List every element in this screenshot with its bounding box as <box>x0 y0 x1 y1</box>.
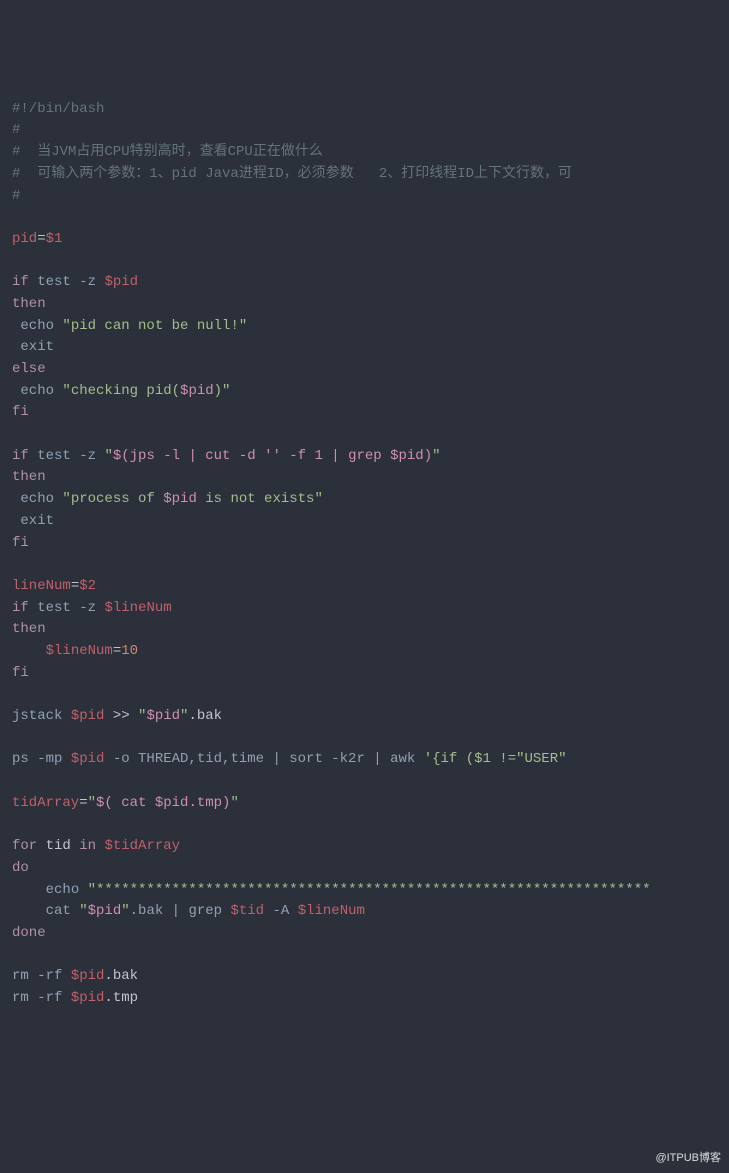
shebang: #!/bin/bash <box>12 101 104 117</box>
kw-if: if <box>12 600 29 616</box>
cmd-subst: $(jps -l | cut -d '' -f 1 | grep $pid) <box>113 448 432 464</box>
cmd-pipe: .bak | grep <box>130 903 231 919</box>
cmd-echo: echo <box>46 882 80 898</box>
var: $tidArray <box>96 838 180 854</box>
watermark: @ITPUB博客 <box>655 1150 721 1167</box>
op-eq: = <box>37 231 45 247</box>
code-block: #!/bin/bash # # 当JVM占用CPU特别高时，查看CPU正在做什么 # … <box>12 99 717 1010</box>
var-interp: $pid <box>146 708 180 724</box>
kw-for: for <box>12 838 37 854</box>
string: "process of <box>54 491 163 507</box>
var-name: lineNum <box>12 578 71 594</box>
quote: " <box>88 795 96 811</box>
cmd-test: test -z <box>29 448 105 464</box>
kw-fi: fi <box>12 404 29 420</box>
string: "***************************************… <box>79 882 650 898</box>
kw-in: in <box>79 838 96 854</box>
quote: " <box>79 903 87 919</box>
var-value: $1 <box>46 231 63 247</box>
cmd-echo: echo <box>12 383 54 399</box>
var-name: tid <box>37 838 79 854</box>
op-eq: = <box>79 795 87 811</box>
kw-done: done <box>12 925 46 941</box>
op-redir: >> <box>104 708 138 724</box>
comment: # 可输入两个参数：1、pid Java进程ID，必须参数 2、打印线程ID上下… <box>12 166 572 182</box>
number: 10 <box>121 643 138 659</box>
op-eq: = <box>71 578 79 594</box>
kw-fi: fi <box>12 535 29 551</box>
cmd-pipe: -o THREAD,tid,time | sort -k2r | awk <box>104 751 423 767</box>
kw-then: then <box>12 296 46 312</box>
var-value: $2 <box>79 578 96 594</box>
var-interp: $pid <box>88 903 122 919</box>
kw-else: else <box>12 361 46 377</box>
cmd-exit: exit <box>12 339 54 355</box>
var: $pid <box>71 968 105 984</box>
var: $pid <box>71 751 105 767</box>
var-name: pid <box>12 231 37 247</box>
var: $tid <box>230 903 264 919</box>
cmd-test: test -z <box>29 600 105 616</box>
cmd-echo: echo <box>12 318 54 334</box>
quote: " <box>104 448 112 464</box>
flag: -A <box>264 903 298 919</box>
ext: .bak <box>188 708 222 724</box>
quote: " <box>432 448 440 464</box>
string: )" <box>214 383 231 399</box>
string: is not exists" <box>197 491 323 507</box>
var: $pid <box>71 990 105 1006</box>
cmd-subst: $( cat $pid.tmp) <box>96 795 230 811</box>
var-interp: $pid <box>180 383 214 399</box>
kw-do: do <box>12 860 29 876</box>
comment: # <box>12 188 20 204</box>
awk-script: '{if ($1 !="USER" <box>424 751 567 767</box>
comment: # <box>12 122 20 138</box>
string: "pid can not be null!" <box>54 318 247 334</box>
quote: " <box>121 903 129 919</box>
var-interp: $pid <box>163 491 197 507</box>
cmd-rm: rm -rf <box>12 990 71 1006</box>
cmd-exit: exit <box>12 513 54 529</box>
var-name: tidArray <box>12 795 79 811</box>
cmd-cat: cat <box>46 903 80 919</box>
kw-fi: fi <box>12 665 29 681</box>
kw-then: then <box>12 621 46 637</box>
cmd-test: test -z <box>29 274 105 290</box>
string: "checking pid( <box>54 383 180 399</box>
kw-then: then <box>12 469 46 485</box>
cmd-echo: echo <box>12 491 54 507</box>
var: $pid <box>104 274 138 290</box>
var: $lineNum <box>104 600 171 616</box>
ext: .bak <box>104 968 138 984</box>
cmd-jstack: jstack <box>12 708 71 724</box>
var: $pid <box>71 708 105 724</box>
comment: # 当JVM占用CPU特别高时，查看CPU正在做什么 <box>12 144 323 160</box>
var: $lineNum <box>298 903 365 919</box>
cmd-ps: ps -mp <box>12 751 71 767</box>
indent <box>12 643 46 659</box>
quote: " <box>230 795 238 811</box>
ext: .tmp <box>104 990 138 1006</box>
kw-if: if <box>12 448 29 464</box>
cmd-rm: rm -rf <box>12 968 71 984</box>
indent <box>12 882 46 898</box>
kw-if: if <box>12 274 29 290</box>
indent <box>12 903 46 919</box>
var: $lineNum <box>46 643 113 659</box>
op-eq: = <box>113 643 121 659</box>
